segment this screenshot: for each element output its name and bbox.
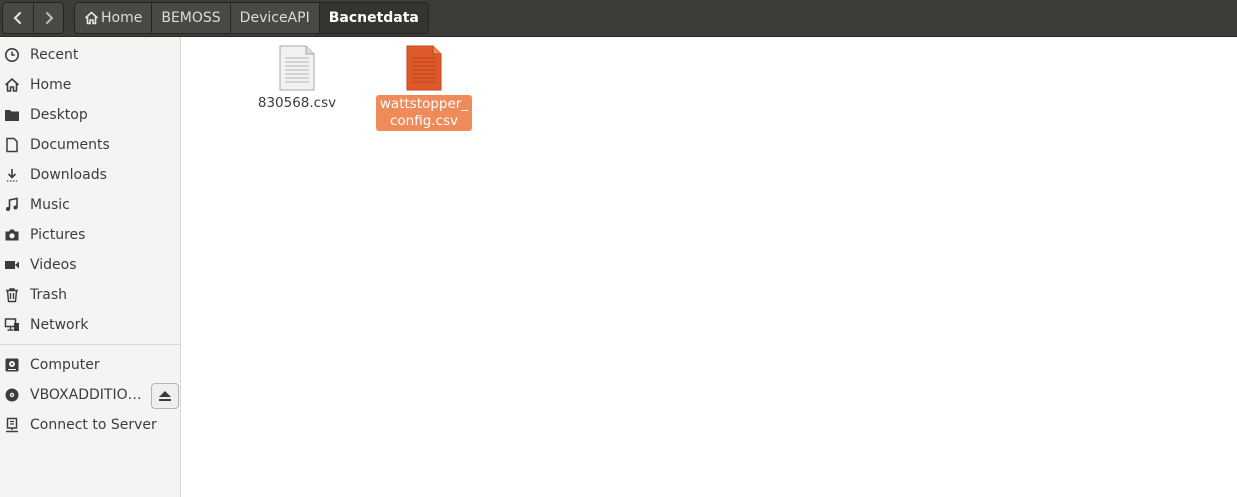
sidebar-item-connect-to-server[interactable]: Connect to Server xyxy=(0,410,180,440)
sidebar: Recent Home Desktop Documents Downloads … xyxy=(0,37,181,497)
sidebar-item-music[interactable]: Music xyxy=(0,190,180,220)
breadcrumb-label: Bacnetdata xyxy=(328,10,419,26)
music-icon xyxy=(4,197,20,213)
nav-buttons xyxy=(2,2,64,34)
sidebar-item-label: Documents xyxy=(30,137,110,153)
sidebar-item-label: Recent xyxy=(30,47,79,63)
document-icon xyxy=(4,137,20,153)
file-view[interactable]: 830568.csv wattstopper_ config.csv xyxy=(186,37,1237,497)
back-button[interactable] xyxy=(3,3,33,33)
sidebar-item-label: VBOXADDITIO… xyxy=(30,387,142,403)
breadcrumb-label: BEMOSS xyxy=(161,10,221,26)
sidebar-item-recent[interactable]: Recent xyxy=(0,40,180,70)
breadcrumb-deviceapi[interactable]: DeviceAPI xyxy=(229,3,319,33)
eject-icon xyxy=(159,391,171,401)
chevron-left-icon xyxy=(13,12,21,24)
sidebar-item-label: Network xyxy=(30,317,89,333)
sidebar-item-label: Home xyxy=(30,77,72,93)
breadcrumb-label: Home xyxy=(101,10,143,26)
file-item-selected[interactable]: wattstopper_ config.csv xyxy=(349,45,499,131)
home-icon xyxy=(84,11,99,25)
chevron-right-icon xyxy=(45,12,53,24)
spreadsheet-file-icon xyxy=(406,45,442,91)
camera-icon xyxy=(4,227,20,243)
sidebar-item-desktop[interactable]: Desktop xyxy=(0,100,180,130)
server-icon xyxy=(4,417,20,433)
video-icon xyxy=(4,257,20,273)
sidebar-item-label: Videos xyxy=(30,257,77,273)
header-bar: Home BEMOSS DeviceAPI Bacnetdata xyxy=(0,0,1237,37)
clock-icon xyxy=(4,47,20,63)
forward-button[interactable] xyxy=(33,3,63,33)
folder-icon xyxy=(4,107,20,123)
file-name: 830568.csv xyxy=(257,95,337,111)
home-icon xyxy=(4,77,20,93)
sidebar-item-label: Downloads xyxy=(30,167,107,183)
trash-icon xyxy=(4,287,20,303)
sidebar-item-downloads[interactable]: Downloads xyxy=(0,160,180,190)
sidebar-divider xyxy=(0,344,180,345)
spreadsheet-file-icon xyxy=(279,45,315,91)
sidebar-item-home[interactable]: Home xyxy=(0,70,180,100)
sidebar-item-videos[interactable]: Videos xyxy=(0,250,180,280)
breadcrumb-label: DeviceAPI xyxy=(239,10,310,26)
network-icon xyxy=(4,317,20,333)
breadcrumb-bemoss[interactable]: BEMOSS xyxy=(151,3,229,33)
sidebar-item-label: Connect to Server xyxy=(30,417,157,433)
sidebar-item-computer[interactable]: Computer xyxy=(0,350,180,380)
file-name-selected: wattstopper_ config.csv xyxy=(375,95,473,131)
breadcrumb: Home BEMOSS DeviceAPI Bacnetdata xyxy=(74,2,429,34)
breadcrumb-bacnetdata[interactable]: Bacnetdata xyxy=(318,3,428,33)
breadcrumb-home[interactable]: Home xyxy=(75,3,151,33)
sidebar-item-label: Music xyxy=(30,197,70,213)
sidebar-item-label: Pictures xyxy=(30,227,86,243)
drive-icon xyxy=(4,357,20,373)
eject-button[interactable] xyxy=(151,383,179,409)
file-name-line: config.csv xyxy=(389,113,459,129)
sidebar-item-label: Trash xyxy=(30,287,67,303)
sidebar-item-pictures[interactable]: Pictures xyxy=(0,220,180,250)
sidebar-item-trash[interactable]: Trash xyxy=(0,280,180,310)
sidebar-item-documents[interactable]: Documents xyxy=(0,130,180,160)
file-name-line: wattstopper_ xyxy=(379,96,469,112)
download-icon xyxy=(4,167,20,183)
sidebar-item-label: Computer xyxy=(30,357,100,373)
sidebar-item-network[interactable]: Network xyxy=(0,310,180,340)
sidebar-item-label: Desktop xyxy=(30,107,88,123)
disc-icon xyxy=(4,387,20,403)
